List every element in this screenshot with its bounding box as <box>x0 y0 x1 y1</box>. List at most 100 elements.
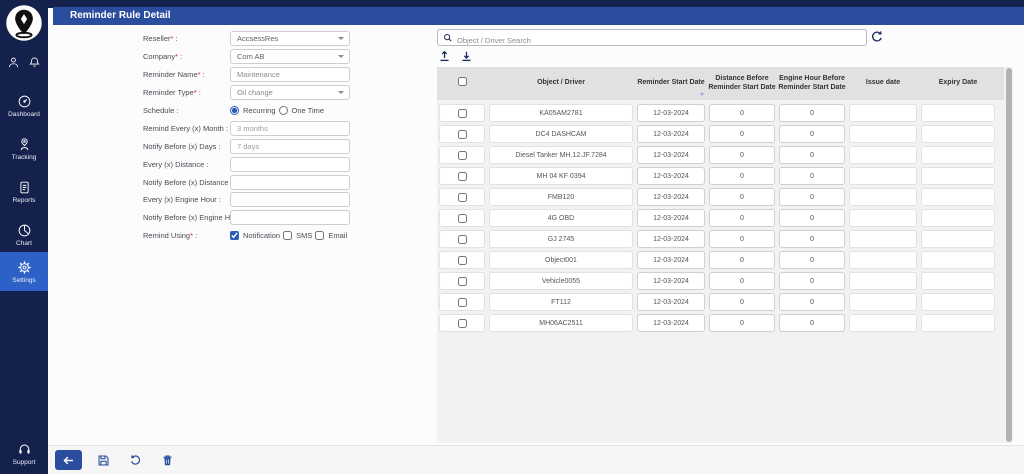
row-select-checkbox[interactable] <box>458 214 467 223</box>
row-select-checkbox[interactable] <box>458 172 467 181</box>
notify-before-distance-input[interactable] <box>230 175 350 190</box>
row-select-checkbox[interactable] <box>458 130 467 139</box>
sidebar-item-tracking[interactable]: Tracking <box>0 131 48 166</box>
column-header-object-driver[interactable]: Object / Driver <box>487 79 635 87</box>
engine-hour-before-field[interactable]: 0 <box>779 104 845 122</box>
sidebar-item-support[interactable]: Support <box>0 436 48 471</box>
row-select-checkbox[interactable] <box>458 319 467 328</box>
row-select-checkbox[interactable] <box>458 109 467 118</box>
column-header-distance-before[interactable]: Distance Before Reminder Start Date <box>707 75 777 92</box>
object-driver-cell: MH 04 KF 0394 <box>489 167 633 185</box>
distance-before-field[interactable]: 0 <box>709 188 775 206</box>
remind-notification-checkbox[interactable] <box>230 231 239 240</box>
engine-hour-before-field[interactable]: 0 <box>779 167 845 185</box>
reseller-select[interactable]: AccsessRes <box>230 31 350 46</box>
trash-icon <box>161 454 174 467</box>
expiry-date-cell <box>921 272 995 290</box>
remind-email-checkbox[interactable] <box>315 231 324 240</box>
object-driver-cell: MH06AC2511 <box>489 314 633 332</box>
sidebar-item-dashboard[interactable]: Dashboard <box>0 88 48 123</box>
back-arrow-icon <box>62 454 75 467</box>
every-distance-input[interactable] <box>230 157 350 172</box>
back-button[interactable] <box>55 450 82 470</box>
distance-before-field[interactable]: 0 <box>709 167 775 185</box>
company-select[interactable]: Com AB <box>230 49 350 64</box>
delete-button[interactable] <box>156 450 178 470</box>
reminder-start-date-field[interactable]: 12-03-2024 <box>637 188 705 206</box>
distance-before-field[interactable]: 0 <box>709 209 775 227</box>
distance-before-field[interactable]: 0 <box>709 104 775 122</box>
column-header-expiry-date[interactable]: Expiry Date <box>919 79 997 87</box>
issue-date-cell <box>849 251 917 269</box>
object-driver-cell: DC4 DASHCAM <box>489 125 633 143</box>
distance-before-field[interactable]: 0 <box>709 272 775 290</box>
row-select-checkbox[interactable] <box>458 256 467 265</box>
object-driver-cell: KA05AM2781 <box>489 104 633 122</box>
reminder-type-select[interactable]: Oil change <box>230 85 350 100</box>
field-label-every-engine-hour: Every (x) Engine Hour : <box>143 195 230 204</box>
engine-hour-before-field[interactable]: 0 <box>779 272 845 290</box>
remind-every-month-input[interactable] <box>230 121 350 136</box>
schedule-one-time-radio[interactable] <box>279 106 288 115</box>
engine-hour-before-field[interactable]: 0 <box>779 125 845 143</box>
distance-before-field[interactable]: 0 <box>709 230 775 248</box>
reminder-name-input[interactable] <box>230 67 350 82</box>
object-driver-cell: GJ 2745 <box>489 230 633 248</box>
distance-before-field[interactable]: 0 <box>709 251 775 269</box>
row-select-checkbox[interactable] <box>458 235 467 244</box>
reminder-start-date-field[interactable]: 12-03-2024 <box>637 293 705 311</box>
reminder-start-date-field[interactable]: 12-03-2024 <box>637 125 705 143</box>
distance-before-field[interactable]: 0 <box>709 314 775 332</box>
notify-before-engine-hour-input[interactable] <box>230 210 350 225</box>
reminder-start-date-field[interactable]: 12-03-2024 <box>637 314 705 332</box>
remind-notification-label: Notification <box>243 231 280 240</box>
column-header-engine-hour-before[interactable]: Engine Hour Before Reminder Start Date <box>777 75 847 92</box>
user-icon[interactable] <box>7 56 20 69</box>
save-button[interactable] <box>92 450 114 470</box>
remind-sms-checkbox[interactable] <box>283 231 292 240</box>
reminder-start-date-field[interactable]: 12-03-2024 <box>637 230 705 248</box>
select-all-checkbox[interactable] <box>458 77 467 86</box>
engine-hour-before-field[interactable]: 0 <box>779 209 845 227</box>
issue-date-cell <box>849 146 917 164</box>
reminder-start-date-field[interactable]: 12-03-2024 <box>637 104 705 122</box>
engine-hour-before-field[interactable]: 0 <box>779 188 845 206</box>
reminder-start-date-field[interactable]: 12-03-2024 <box>637 272 705 290</box>
field-label-notify-before-days: Notify Before (x) Days : <box>143 142 230 151</box>
notifications-bell-icon[interactable] <box>28 56 41 69</box>
upload-icon[interactable] <box>438 49 451 62</box>
row-select-checkbox[interactable] <box>458 193 467 202</box>
row-checkbox-cell <box>439 125 485 143</box>
engine-hour-before-field[interactable]: 0 <box>779 293 845 311</box>
row-select-checkbox[interactable] <box>458 298 467 307</box>
notify-before-days-input[interactable] <box>230 139 350 154</box>
sidebar-item-settings[interactable]: Settings <box>0 252 48 291</box>
column-header-reminder-start-date[interactable]: Reminder Start Date <box>635 79 707 87</box>
distance-before-field[interactable]: 0 <box>709 125 775 143</box>
distance-before-field[interactable]: 0 <box>709 293 775 311</box>
table-scrollbar[interactable] <box>1006 68 1012 442</box>
column-header-issue-date[interactable]: Issue date <box>847 79 919 87</box>
row-checkbox-cell <box>439 209 485 227</box>
download-icon[interactable] <box>460 49 473 62</box>
schedule-recurring-radio[interactable] <box>230 106 239 115</box>
engine-hour-before-field[interactable]: 0 <box>779 230 845 248</box>
reset-button[interactable] <box>124 450 146 470</box>
sidebar-item-chart[interactable]: Chart <box>0 217 48 252</box>
engine-hour-before-field[interactable]: 0 <box>779 146 845 164</box>
table-header-row: Object / Driver Reminder Start Date Dist… <box>437 67 1004 100</box>
reminder-start-date-field[interactable]: 12-03-2024 <box>637 251 705 269</box>
search-input[interactable] <box>438 33 866 48</box>
engine-hour-before-field[interactable]: 0 <box>779 251 845 269</box>
engine-hour-before-field[interactable]: 0 <box>779 314 845 332</box>
row-select-checkbox[interactable] <box>458 277 467 286</box>
row-select-checkbox[interactable] <box>458 151 467 160</box>
table-row: FMB120 12-03-2024 0 0 <box>437 187 1004 208</box>
reminder-start-date-field[interactable]: 12-03-2024 <box>637 167 705 185</box>
reminder-start-date-field[interactable]: 12-03-2024 <box>637 146 705 164</box>
sidebar-item-reports[interactable]: Reports <box>0 174 48 209</box>
reminder-start-date-field[interactable]: 12-03-2024 <box>637 209 705 227</box>
refresh-icon[interactable] <box>870 30 884 44</box>
distance-before-field[interactable]: 0 <box>709 146 775 164</box>
every-engine-hour-input[interactable] <box>230 192 350 207</box>
